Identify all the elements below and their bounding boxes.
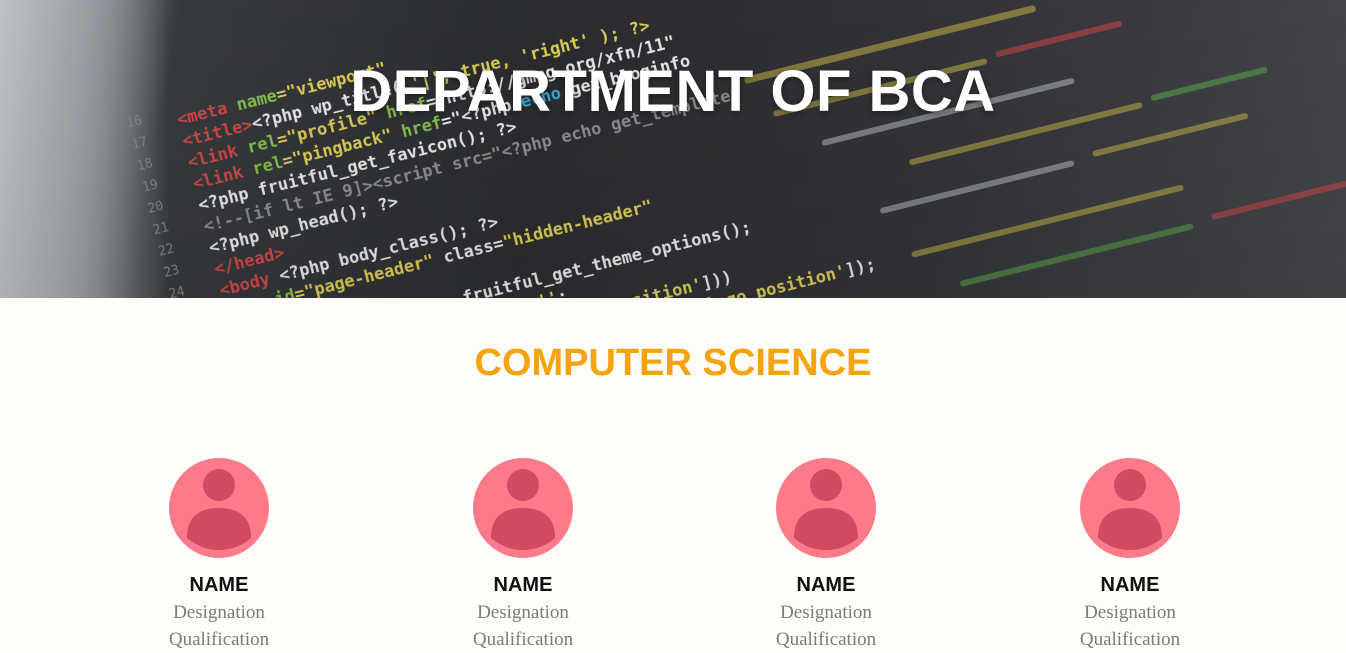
- faculty-name: NAME: [189, 574, 249, 596]
- faculty-qualification: Qualification: [1079, 629, 1181, 650]
- faculty-card: NAME Designation Qualification: [423, 458, 623, 653]
- faculty-card: NAME Designation Qualification: [726, 458, 926, 653]
- faculty-designation: Designation: [780, 602, 872, 623]
- user-avatar-icon: [169, 458, 269, 558]
- faculty-designation: Designation: [1084, 602, 1176, 623]
- user-avatar-icon: [473, 458, 573, 558]
- faculty-card: NAME Designation Qualification: [1030, 458, 1230, 653]
- faculty-name: NAME: [1100, 574, 1160, 596]
- user-avatar-icon: [776, 458, 876, 558]
- faculty-name: NAME: [493, 574, 553, 596]
- hero-banner: 161718 192021 222324 252627 282930 31323…: [0, 0, 1346, 298]
- user-avatar-icon: [1080, 458, 1180, 558]
- faculty-card: NAME Designation Qualification: [119, 458, 319, 653]
- faculty-qualification: Qualification: [168, 629, 270, 650]
- faculty-designation: Designation: [173, 602, 265, 623]
- faculty-qualification: Qualification: [775, 629, 877, 650]
- section-title: COMPUTER SCIENCE: [474, 342, 872, 384]
- faculty-qualification: Qualification: [472, 629, 574, 650]
- hero-overlay: [0, 0, 1346, 298]
- faculty-designation: Designation: [477, 602, 569, 623]
- faculty-name: NAME: [796, 574, 856, 596]
- page-title: DEPARTMENT OF BCA: [350, 59, 996, 124]
